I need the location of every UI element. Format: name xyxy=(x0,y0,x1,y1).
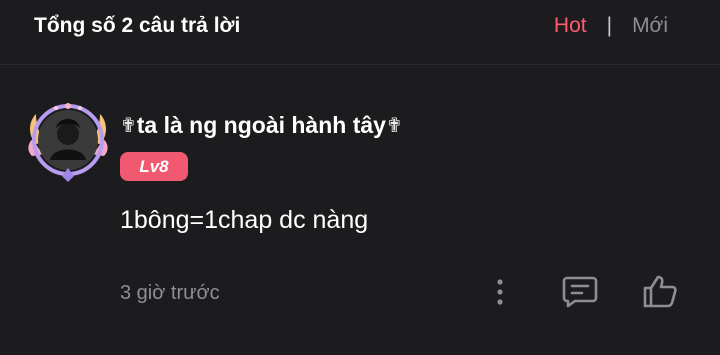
comment-timestamp: 3 giờ trước xyxy=(120,282,220,304)
answers-header: Tổng số 2 câu trả lời Hot | Mới xyxy=(0,0,720,65)
sort-hot-tab[interactable]: Hot xyxy=(554,14,587,38)
username-suffix-symbol: ✟ xyxy=(385,115,403,137)
more-vertical-icon[interactable] xyxy=(490,276,510,308)
username-text: ta là ng ngoài hành tây xyxy=(136,112,386,138)
comment-text: 1bông=1chap dc nàng xyxy=(120,206,369,234)
username-prefix-symbol: ✟ xyxy=(120,115,137,137)
comment-icon[interactable] xyxy=(560,272,600,310)
level-badge: Lv8 xyxy=(120,152,188,181)
sort-switch: Hot | Mới xyxy=(554,14,668,38)
answers-count-title: Tổng số 2 câu trả lời xyxy=(34,14,241,37)
avatar[interactable] xyxy=(26,98,110,182)
sort-new-tab[interactable]: Mới xyxy=(632,14,668,38)
sort-separator: | xyxy=(606,14,613,37)
avatar-image xyxy=(28,103,108,182)
thumbs-up-icon[interactable] xyxy=(640,272,680,310)
username[interactable]: ✟ ta là ng ngoài hành tây ✟ xyxy=(120,112,403,139)
